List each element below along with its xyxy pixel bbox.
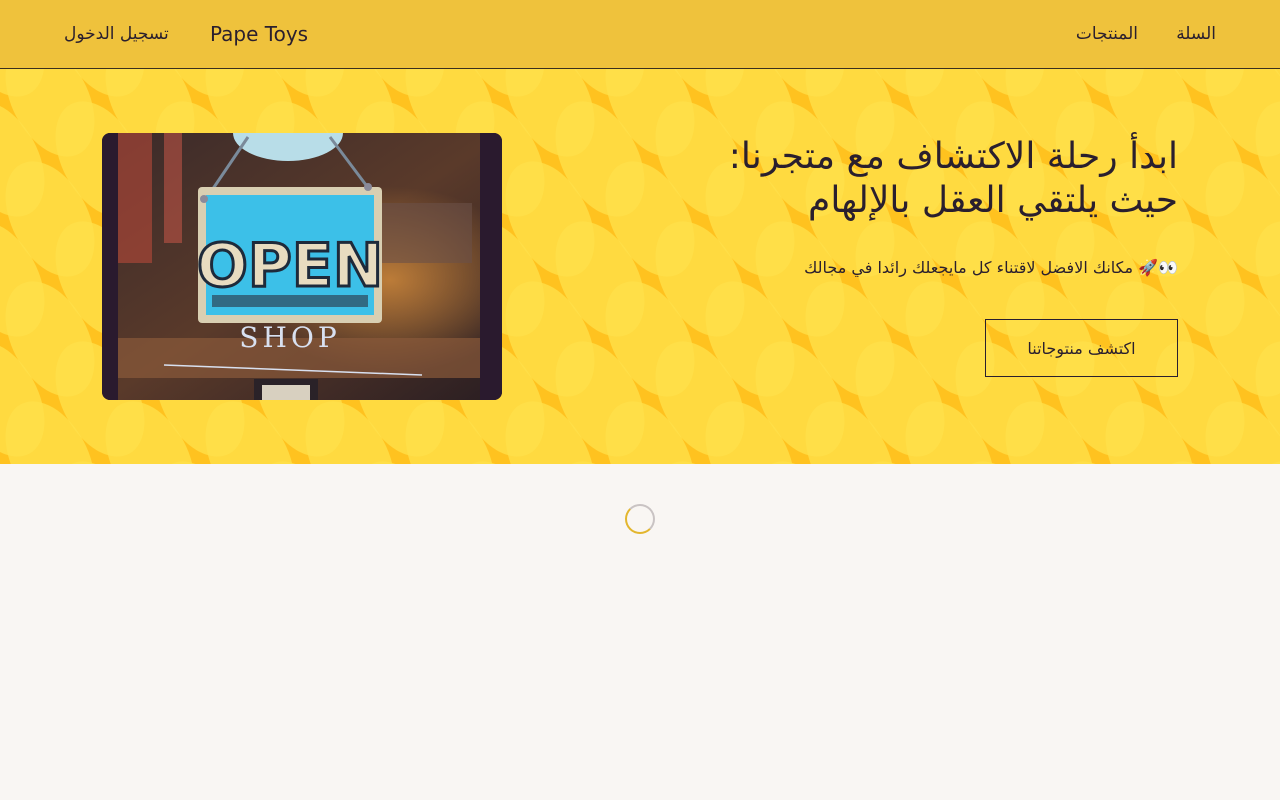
explore-products-button[interactable]: اكتشف منتوجاتنا [985,319,1178,377]
nav-link-login[interactable]: تسجيل الدخول [64,22,169,46]
loading-spinner-icon [625,504,655,534]
hero-title-line-1: ابدأ رحلة الاكتشاف مع متجرنا: [728,136,1178,177]
top-navbar: السلة المنتجات Pape Toys تسجيل الدخول [0,0,1280,69]
nav-link-products[interactable]: المنتجات [1076,22,1138,46]
nav-link-cart[interactable]: السلة [1176,22,1216,46]
hero-subtitle: 👀🚀 مكانك الافضل لاقتناء كل مايجعلك رائدا… [804,258,1178,277]
hero-section: ابدأ رحلة الاكتشاف مع متجرنا: حيث يلتقي … [0,69,1280,464]
hero-title-line-2: حيث يلتقي العقل بالإلهام [808,180,1178,221]
sign-shop-text: SHOP [239,321,340,354]
hero-image-open-sign: OPEN SHOP [102,133,502,400]
brand-logo[interactable]: Pape Toys [210,20,308,48]
sign-open-text: OPEN [197,231,383,301]
hero-title: ابدأ رحلة الاكتشاف مع متجرنا: حيث يلتقي … [618,135,1178,223]
